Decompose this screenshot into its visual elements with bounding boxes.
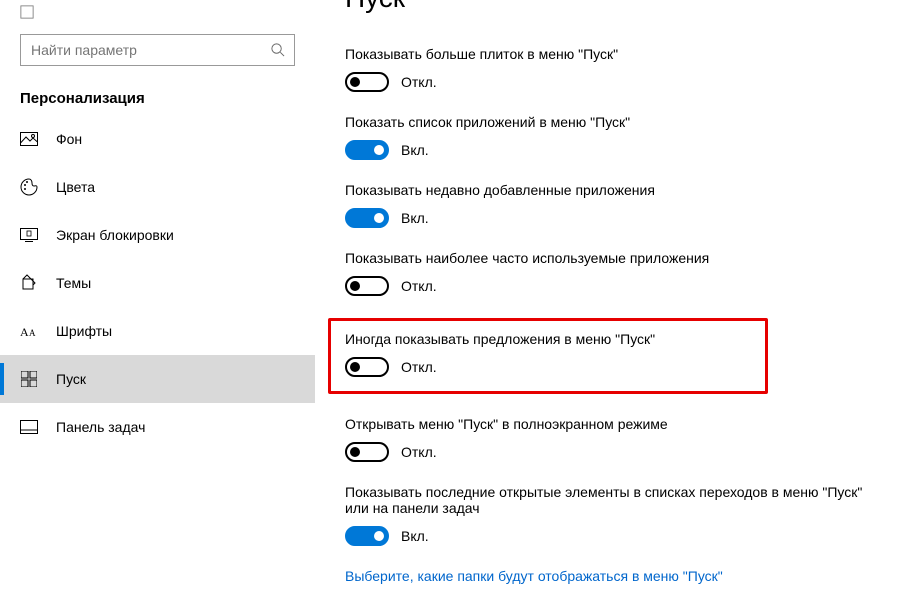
toggle-recently-added[interactable]	[345, 208, 389, 228]
setting-label: Иногда показывать предложения в меню "Пу…	[345, 331, 751, 347]
home-icon	[20, 5, 36, 19]
svg-text:A: A	[20, 325, 29, 338]
toggle-state-text: Откл.	[401, 359, 437, 375]
lockscreen-icon	[20, 226, 38, 244]
setting-label: Показывать последние открытые элементы в…	[345, 484, 877, 516]
page-title: Пуск	[345, 0, 877, 14]
search-input-container[interactable]	[20, 34, 295, 66]
home-nav[interactable]	[20, 2, 315, 22]
setting-label: Показывать больше плиток в меню "Пуск"	[345, 46, 877, 62]
palette-icon	[20, 178, 38, 196]
sidebar-item-label: Фон	[56, 131, 82, 147]
toggle-fullscreen[interactable]	[345, 442, 389, 462]
toggle-state-text: Откл.	[401, 278, 437, 294]
setting-label: Показать список приложений в меню "Пуск"	[345, 114, 877, 130]
toggle-state-text: Вкл.	[401, 142, 429, 158]
sidebar: Персонализация Фон Цвета Экран блокировк…	[0, 0, 315, 596]
sidebar-item-start[interactable]: Пуск	[0, 355, 315, 403]
themes-icon	[20, 274, 38, 292]
setting-label: Открывать меню "Пуск" в полноэкранном ре…	[345, 416, 877, 432]
setting-label: Показывать недавно добавленные приложени…	[345, 182, 877, 198]
highlighted-setting-box: Иногда показывать предложения в меню "Пу…	[328, 318, 768, 394]
setting-app-list: Показать список приложений в меню "Пуск"…	[345, 114, 877, 160]
sidebar-item-taskbar[interactable]: Панель задач	[0, 403, 315, 451]
sidebar-item-lockscreen[interactable]: Экран блокировки	[0, 211, 315, 259]
setting-jumplists: Показывать последние открытые элементы в…	[345, 484, 877, 546]
taskbar-icon	[20, 418, 38, 436]
sidebar-item-background[interactable]: Фон	[0, 115, 315, 163]
sidebar-item-label: Темы	[56, 275, 91, 291]
toggle-app-list[interactable]	[345, 140, 389, 160]
setting-recently-added: Показывать недавно добавленные приложени…	[345, 182, 877, 228]
svg-text:A: A	[29, 328, 36, 338]
sidebar-item-label: Панель задач	[56, 419, 145, 435]
setting-fullscreen: Открывать меню "Пуск" в полноэкранном ре…	[345, 416, 877, 462]
toggle-most-used[interactable]	[345, 276, 389, 296]
toggle-more-tiles[interactable]	[345, 72, 389, 92]
setting-suggestions: Иногда показывать предложения в меню "Пу…	[345, 331, 751, 377]
toggle-suggestions[interactable]	[345, 357, 389, 377]
toggle-state-text: Вкл.	[401, 528, 429, 544]
main-content: Пуск Показывать больше плиток в меню "Пу…	[315, 0, 897, 596]
picture-icon	[20, 130, 38, 148]
sidebar-item-themes[interactable]: Темы	[0, 259, 315, 307]
sidebar-item-colors[interactable]: Цвета	[0, 163, 315, 211]
sidebar-section-title: Персонализация	[0, 90, 315, 115]
toggle-state-text: Откл.	[401, 74, 437, 90]
sidebar-item-label: Пуск	[56, 371, 86, 387]
setting-more-tiles: Показывать больше плиток в меню "Пуск" О…	[345, 46, 877, 92]
start-icon	[20, 370, 38, 388]
toggle-jumplists[interactable]	[345, 526, 389, 546]
sidebar-item-label: Цвета	[56, 179, 95, 195]
toggle-state-text: Вкл.	[401, 210, 429, 226]
search-input[interactable]	[29, 41, 270, 59]
setting-most-used: Показывать наиболее часто используемые п…	[345, 250, 877, 296]
sidebar-item-label: Экран блокировки	[56, 227, 174, 243]
search-icon	[270, 42, 286, 58]
choose-folders-link[interactable]: Выберите, какие папки будут отображаться…	[345, 568, 877, 584]
setting-label: Показывать наиболее часто используемые п…	[345, 250, 877, 266]
sidebar-item-fonts[interactable]: AA Шрифты	[0, 307, 315, 355]
toggle-state-text: Откл.	[401, 444, 437, 460]
fonts-icon: AA	[20, 322, 38, 340]
sidebar-item-label: Шрифты	[56, 323, 112, 339]
